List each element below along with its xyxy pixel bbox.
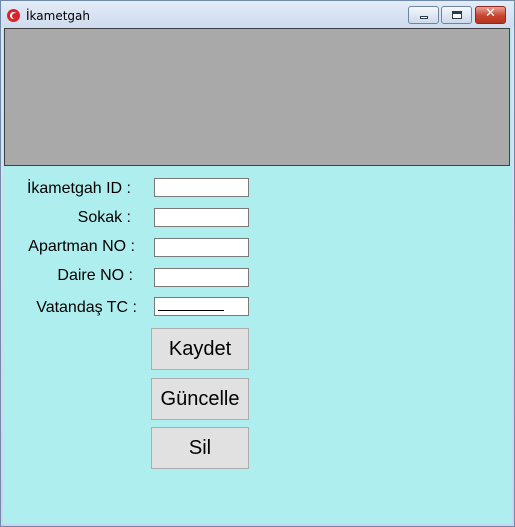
sokak-input[interactable] [154, 208, 249, 227]
data-grid-panel[interactable] [4, 28, 510, 166]
apartman-no-input[interactable] [154, 238, 249, 257]
maximize-button[interactable] [441, 6, 472, 24]
vatandas-tc-label: Vatandaş TC : [36, 299, 137, 316]
turkish-flag-icon [7, 9, 20, 22]
guncelle-button[interactable]: Güncelle [151, 378, 249, 420]
daire-no-input[interactable] [154, 268, 249, 287]
vatandas-tc-input[interactable] [154, 297, 249, 316]
window-title: İkametgah [26, 9, 90, 23]
daire-no-label: Daire NO : [57, 267, 133, 284]
ikametgah-id-label: İkametgah ID : [26, 180, 131, 197]
kaydet-button[interactable]: Kaydet [151, 328, 249, 370]
maximize-icon [452, 11, 462, 19]
apartman-no-label: Apartman NO : [28, 238, 135, 255]
sil-button[interactable]: Sil [151, 427, 249, 469]
app-window: İkametgah ✕ İkametgah ID : Sokak : Apart… [0, 0, 515, 527]
close-button[interactable]: ✕ [475, 6, 506, 24]
close-icon: ✕ [485, 6, 496, 21]
minimize-button[interactable] [408, 6, 439, 24]
tc-mask-placeholder [158, 310, 224, 311]
form-client-area: İkametgah ID : Sokak : Apartman NO : Dai… [3, 27, 512, 524]
minimize-icon [420, 16, 428, 19]
title-bar[interactable]: İkametgah ✕ [1, 1, 514, 27]
sokak-label: Sokak : [77, 209, 131, 226]
ikametgah-id-input[interactable] [154, 178, 249, 197]
